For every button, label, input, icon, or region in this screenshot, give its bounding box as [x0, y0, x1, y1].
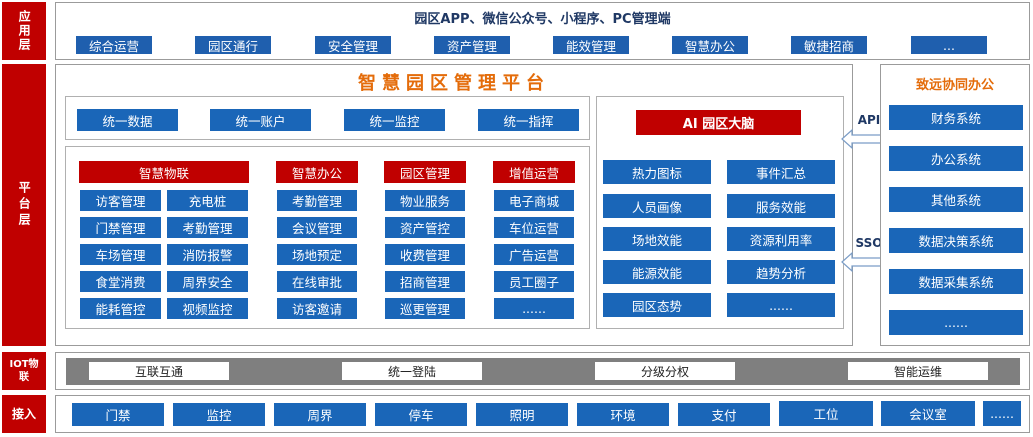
office-item-3[interactable]: 数据决策系统: [888, 227, 1024, 254]
access-layer-label-text: 接入: [11, 406, 36, 421]
ai-left-1[interactable]: 人员画像: [602, 193, 712, 219]
zengzhi-item-1[interactable]: 车位运营: [493, 216, 575, 239]
wulian-left-1[interactable]: 门禁管理: [79, 216, 162, 239]
bangong-item-2[interactable]: 场地预定: [276, 243, 358, 266]
wulian-right-2[interactable]: 消防报警: [166, 243, 249, 266]
access-item-4[interactable]: 照明: [475, 402, 569, 427]
iot-item-1[interactable]: 统一登陆: [342, 362, 482, 380]
bangong-item-3[interactable]: 在线审批: [276, 270, 358, 293]
app-item-1[interactable]: 园区通行: [195, 36, 271, 54]
bangong-item-1[interactable]: 会议管理: [276, 216, 358, 239]
wulian-right-4[interactable]: 视频监控: [166, 297, 249, 320]
unified-item-2[interactable]: 统一监控: [343, 108, 446, 132]
module-header-zengzhi: 增值运营: [493, 161, 575, 183]
api-label: API: [857, 113, 881, 127]
wulian-left-0[interactable]: 访客管理: [79, 189, 162, 212]
zengzhi-item-4[interactable]: ......: [493, 297, 575, 320]
access-item-2[interactable]: 周界: [273, 402, 367, 427]
access-item-6[interactable]: 支付: [677, 402, 771, 427]
ai-left-0[interactable]: 热力图标: [602, 159, 712, 185]
office-item-2[interactable]: 其他系统: [888, 186, 1024, 213]
app-layer-label: 应用层: [2, 2, 46, 60]
ai-right-1[interactable]: 服务效能: [726, 193, 836, 219]
app-item-2[interactable]: 安全管理: [315, 36, 391, 54]
access-layer-label: 接入: [2, 395, 46, 433]
ai-right-0[interactable]: 事件汇总: [726, 159, 836, 185]
office-item-0[interactable]: 财务系统: [888, 104, 1024, 131]
wulian-left-4[interactable]: 能耗管控: [79, 297, 162, 320]
iot-layer-label-text: IOT物联: [9, 358, 39, 384]
app-item-0[interactable]: 综合运营: [76, 36, 152, 54]
ai-title: AI 园区大脑: [636, 110, 801, 135]
office-item-1[interactable]: 办公系统: [888, 145, 1024, 172]
app-layer-label-text: 应用层: [17, 10, 32, 52]
office-title: 致远协同办公: [915, 78, 994, 93]
bangong-item-4[interactable]: 访客邀请: [276, 297, 358, 320]
yuanqu-item-2[interactable]: 收费管理: [384, 243, 466, 266]
access-item-1[interactable]: 监控: [172, 402, 266, 427]
app-item-5[interactable]: 智慧办公: [672, 36, 748, 54]
ai-right-2[interactable]: 资源利用率: [726, 226, 836, 252]
access-item-8[interactable]: 会议室: [880, 400, 976, 427]
iot-item-3[interactable]: 智能运维: [848, 362, 988, 380]
module-header-yuanqu: 园区管理: [384, 161, 466, 183]
bangong-item-0[interactable]: 考勤管理: [276, 189, 358, 212]
wulian-right-1[interactable]: 考勤管理: [166, 216, 249, 239]
app-layer-title: 园区APP、微信公众号、小程序、PC管理端: [414, 12, 671, 27]
zengzhi-item-0[interactable]: 电子商城: [493, 189, 575, 212]
app-item-4[interactable]: 能效管理: [553, 36, 629, 54]
zengzhi-item-3[interactable]: 员工圈子: [493, 270, 575, 293]
access-item-5[interactable]: 环境: [576, 402, 670, 427]
wulian-right-3[interactable]: 周界安全: [166, 270, 249, 293]
wulian-left-2[interactable]: 车场管理: [79, 243, 162, 266]
platform-title: 智慧园区管理平台: [358, 73, 550, 94]
app-item-7[interactable]: ...: [911, 36, 987, 54]
module-header-bangong: 智慧办公: [276, 161, 358, 183]
unified-item-0[interactable]: 统一数据: [76, 108, 179, 132]
access-item-7[interactable]: 工位: [778, 400, 874, 427]
iot-item-0[interactable]: 互联互通: [89, 362, 229, 380]
yuanqu-item-3[interactable]: 招商管理: [384, 270, 466, 293]
app-item-3[interactable]: 资产管理: [434, 36, 510, 54]
wulian-left-3[interactable]: 食堂消费: [79, 270, 162, 293]
access-item-3[interactable]: 停车: [374, 402, 468, 427]
ai-right-3[interactable]: 趋势分析: [726, 259, 836, 285]
unified-item-3[interactable]: 统一指挥: [477, 108, 580, 132]
unified-item-1[interactable]: 统一账户: [209, 108, 312, 132]
access-item-0[interactable]: 门禁: [71, 402, 165, 427]
iot-item-2[interactable]: 分级分权: [595, 362, 735, 380]
iot-layer-label: IOT物联: [2, 352, 46, 390]
zengzhi-item-2[interactable]: 广告运营: [493, 243, 575, 266]
ai-left-4[interactable]: 园区态势: [602, 292, 712, 318]
ai-left-3[interactable]: 能源效能: [602, 259, 712, 285]
yuanqu-item-0[interactable]: 物业服务: [384, 189, 466, 212]
ai-right-4[interactable]: ......: [726, 292, 836, 318]
wulian-right-0[interactable]: 充电桩: [166, 189, 249, 212]
platform-layer-label-text: 平台层: [17, 181, 32, 229]
access-item-9[interactable]: ......: [982, 400, 1022, 427]
ai-left-2[interactable]: 场地效能: [602, 226, 712, 252]
yuanqu-item-1[interactable]: 资产管控: [384, 216, 466, 239]
module-header-wulian: 智慧物联: [79, 161, 249, 183]
app-item-6[interactable]: 敏捷招商: [791, 36, 867, 54]
office-item-5[interactable]: ......: [888, 309, 1024, 336]
yuanqu-item-4[interactable]: 巡更管理: [384, 297, 466, 320]
platform-layer-label: 平台层: [2, 64, 46, 346]
office-item-4[interactable]: 数据采集系统: [888, 268, 1024, 295]
